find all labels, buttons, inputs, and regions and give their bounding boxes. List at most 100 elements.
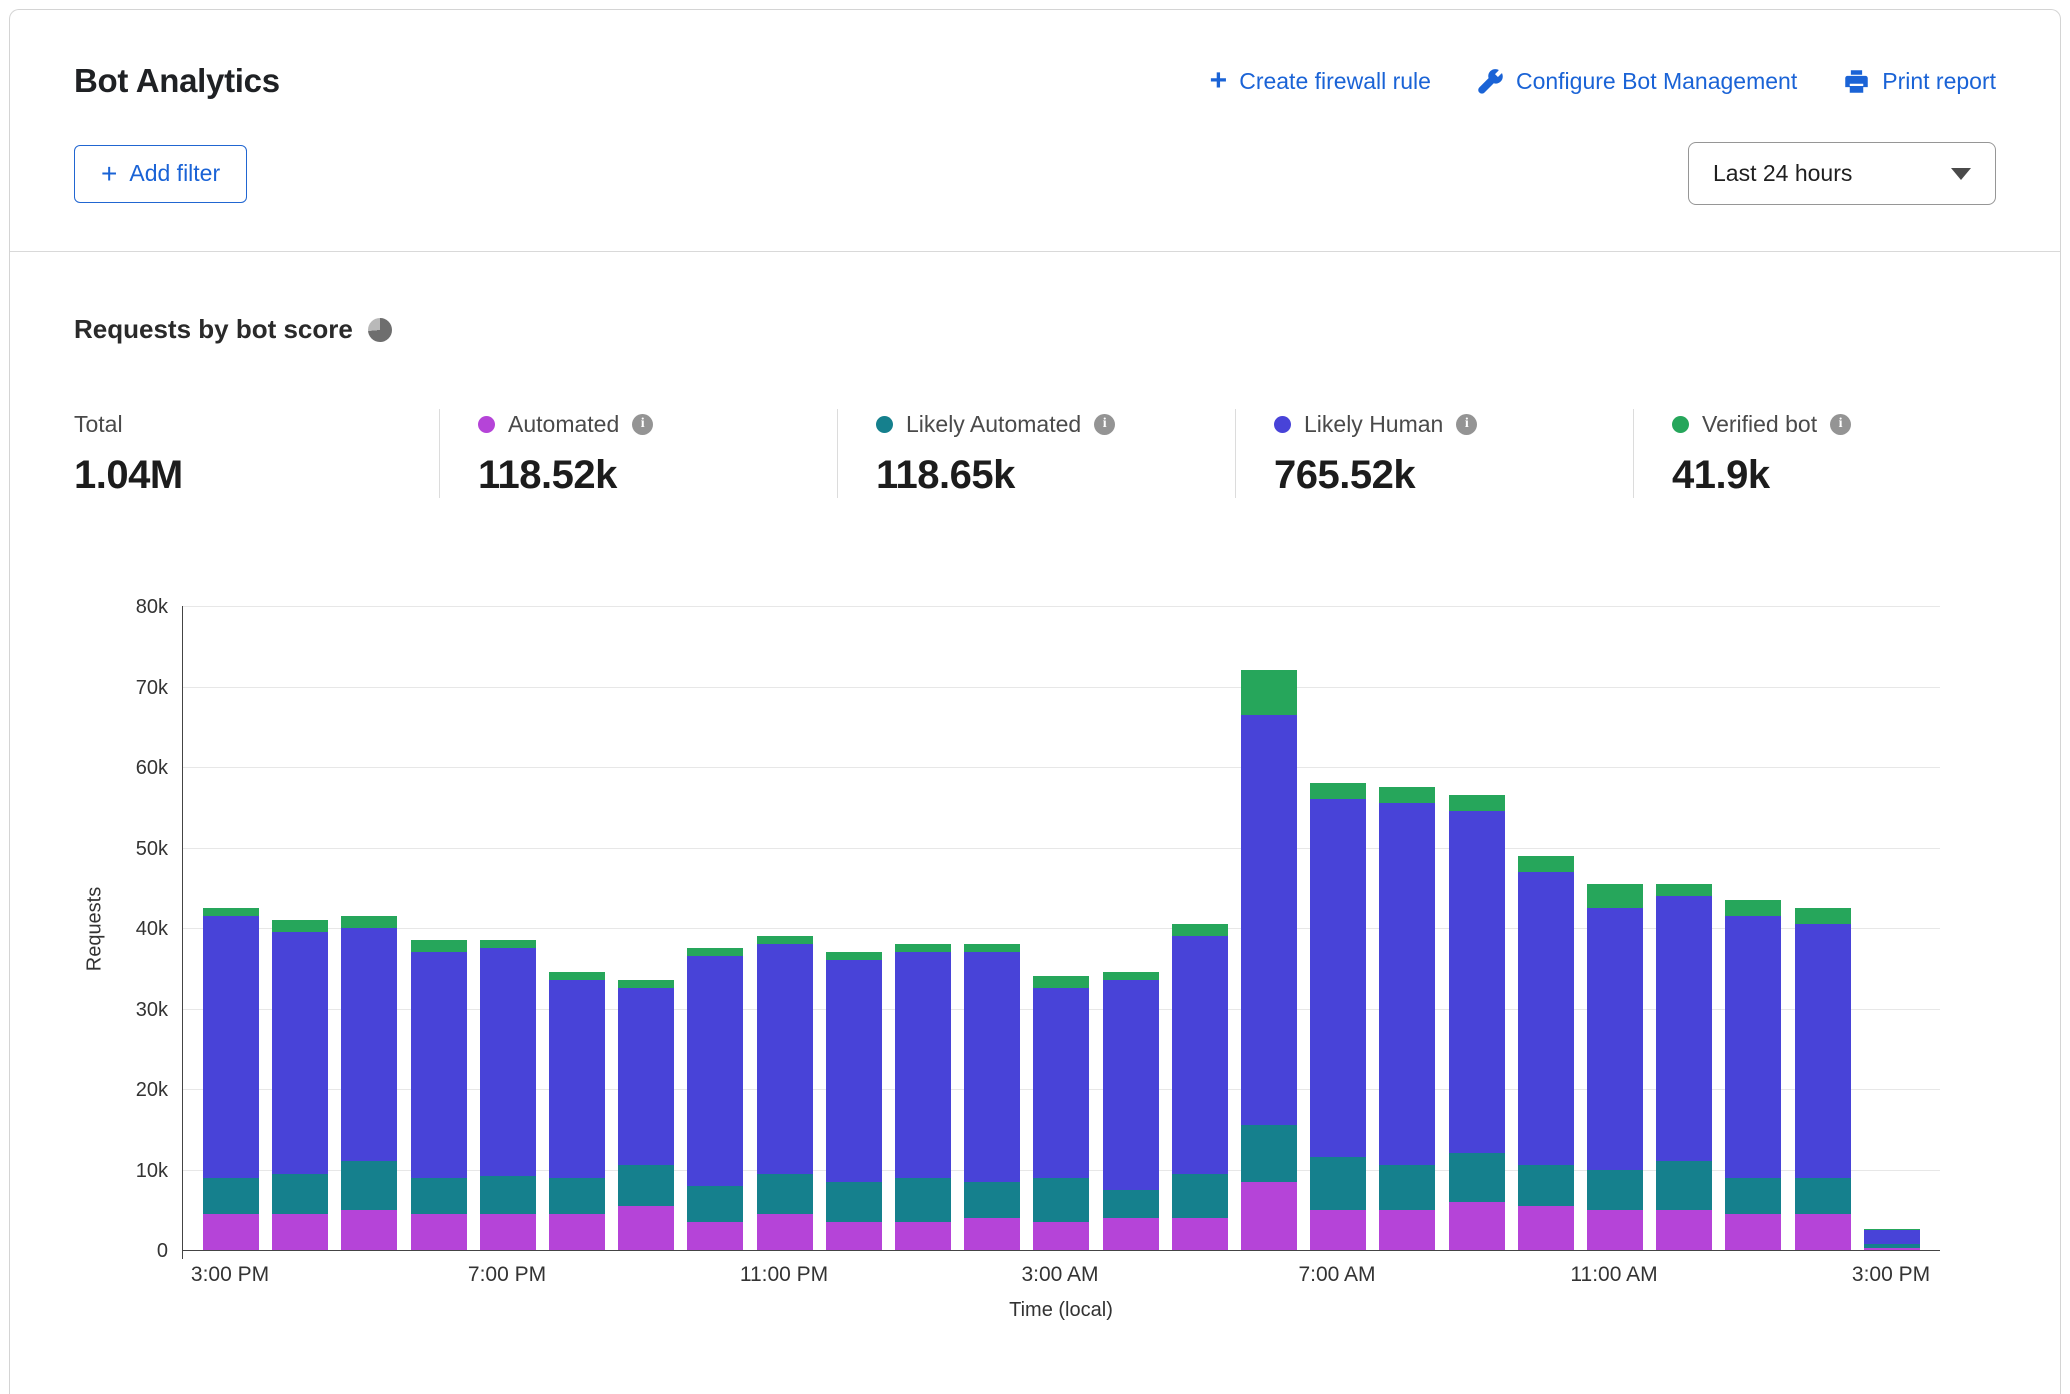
bar-6[interactable]: [618, 980, 674, 1250]
bar-14[interactable]: [1172, 924, 1228, 1250]
info-icon[interactable]: i: [632, 414, 653, 435]
x-tick-label: 11:00 PM: [740, 1263, 828, 1287]
bar-22[interactable]: [1725, 900, 1781, 1250]
segment-verified-bot: [1656, 884, 1712, 896]
segment-automated: [1241, 1182, 1297, 1250]
segment-likely-human: [1795, 924, 1851, 1178]
segment-likely-human: [895, 952, 951, 1177]
bar-23[interactable]: [1795, 908, 1851, 1250]
bar-19[interactable]: [1518, 856, 1574, 1250]
bar-21[interactable]: [1656, 884, 1712, 1250]
segment-likely-automated: [1241, 1125, 1297, 1181]
segment-automated: [203, 1214, 259, 1250]
info-icon[interactable]: i: [1830, 414, 1851, 435]
requests-chart: Requests 010k20k30k40k50k60k70k80k 3:00 …: [74, 606, 1996, 1322]
segment-likely-human: [826, 960, 882, 1181]
segment-likely-automated: [1656, 1161, 1712, 1209]
segment-verified-bot: [1033, 976, 1089, 988]
segment-likely-automated: [687, 1186, 743, 1222]
segment-automated: [1725, 1214, 1781, 1250]
time-range-dropdown[interactable]: Last 24 hours: [1688, 142, 1996, 205]
segment-automated: [964, 1218, 1020, 1250]
bar-12[interactable]: [1033, 976, 1089, 1250]
print-report-link[interactable]: Print report: [1843, 68, 1996, 95]
bar-2[interactable]: [341, 916, 397, 1250]
x-tick-label: 3:00 PM: [191, 1263, 269, 1287]
segment-verified-bot: [1725, 900, 1781, 916]
segment-automated: [411, 1214, 467, 1250]
bar-9[interactable]: [826, 952, 882, 1250]
add-filter-button[interactable]: + Add filter: [74, 145, 247, 203]
segment-likely-automated: [341, 1161, 397, 1209]
y-tick-label: 70k: [136, 678, 168, 698]
section-title: Requests by bot score: [74, 314, 353, 345]
create-firewall-rule-label: Create firewall rule: [1239, 68, 1431, 95]
segment-likely-human: [757, 944, 813, 1173]
segment-verified-bot: [341, 916, 397, 928]
bar-7[interactable]: [687, 948, 743, 1250]
segment-likely-automated: [1172, 1174, 1228, 1218]
segment-likely-human: [549, 980, 605, 1177]
bar-24[interactable]: [1864, 1229, 1920, 1250]
segment-verified-bot: [272, 920, 328, 932]
y-axis-title: Requests: [84, 886, 107, 971]
segment-automated: [341, 1210, 397, 1250]
segment-verified-bot: [411, 940, 467, 952]
bar-11[interactable]: [964, 944, 1020, 1250]
bar-20[interactable]: [1587, 884, 1643, 1250]
bar-17[interactable]: [1379, 787, 1435, 1250]
segment-automated: [1310, 1210, 1366, 1250]
time-range-value: Last 24 hours: [1713, 160, 1852, 187]
bar-4[interactable]: [480, 940, 536, 1250]
segment-automated: [1587, 1210, 1643, 1250]
segment-likely-human: [1587, 908, 1643, 1170]
segment-verified-bot: [1587, 884, 1643, 908]
stat-automated-value: 118.52k: [478, 453, 809, 498]
card-header: Bot Analytics + Create firewall rule Con…: [10, 10, 2060, 252]
stat-verified-bot: Verified bot i 41.9k: [1633, 409, 1996, 498]
segment-likely-human: [618, 988, 674, 1165]
x-axis-title: Time (local): [182, 1299, 1940, 1322]
segment-likely-automated: [203, 1178, 259, 1214]
configure-bot-management-link[interactable]: Configure Bot Management: [1477, 68, 1797, 95]
bar-15[interactable]: [1241, 670, 1297, 1250]
bar-16[interactable]: [1310, 783, 1366, 1250]
segment-automated: [1033, 1222, 1089, 1250]
segment-automated: [826, 1222, 882, 1250]
segment-likely-automated: [1587, 1170, 1643, 1210]
bar-0[interactable]: [203, 908, 259, 1250]
segment-likely-automated: [480, 1176, 536, 1214]
segment-automated: [1656, 1210, 1712, 1250]
create-firewall-rule-link[interactable]: + Create firewall rule: [1210, 68, 1431, 95]
segment-verified-bot: [1379, 787, 1435, 803]
segment-likely-automated: [411, 1178, 467, 1214]
info-icon[interactable]: i: [1456, 414, 1477, 435]
segment-likely-human: [964, 952, 1020, 1181]
bar-5[interactable]: [549, 972, 605, 1250]
segment-likely-human: [1241, 715, 1297, 1126]
bar-10[interactable]: [895, 944, 951, 1250]
bar-13[interactable]: [1103, 972, 1159, 1250]
segment-likely-automated: [826, 1182, 882, 1222]
chart-y-axis: 010k20k30k40k50k60k70k80k: [116, 606, 182, 1251]
plus-icon: +: [101, 163, 117, 185]
y-tick-label: 30k: [136, 1000, 168, 1020]
bar-3[interactable]: [411, 940, 467, 1250]
segment-verified-bot: [1518, 856, 1574, 872]
segment-automated: [757, 1214, 813, 1250]
segment-likely-human: [1103, 980, 1159, 1189]
bar-8[interactable]: [757, 936, 813, 1250]
printer-icon: [1843, 68, 1870, 95]
bar-1[interactable]: [272, 920, 328, 1250]
stat-dot-4: [1672, 416, 1689, 433]
stat-automated: Automated i 118.52k: [439, 409, 837, 498]
y-tick-label: 10k: [136, 1161, 168, 1181]
info-icon[interactable]: i: [1094, 414, 1115, 435]
segment-likely-automated: [1310, 1157, 1366, 1209]
segment-likely-automated: [1725, 1178, 1781, 1214]
bar-18[interactable]: [1449, 795, 1505, 1250]
stat-likely-human: Likely Human i 765.52k: [1235, 409, 1633, 498]
segment-automated: [687, 1222, 743, 1250]
segment-automated: [272, 1214, 328, 1250]
stat-automated-label: Automated: [508, 411, 619, 438]
